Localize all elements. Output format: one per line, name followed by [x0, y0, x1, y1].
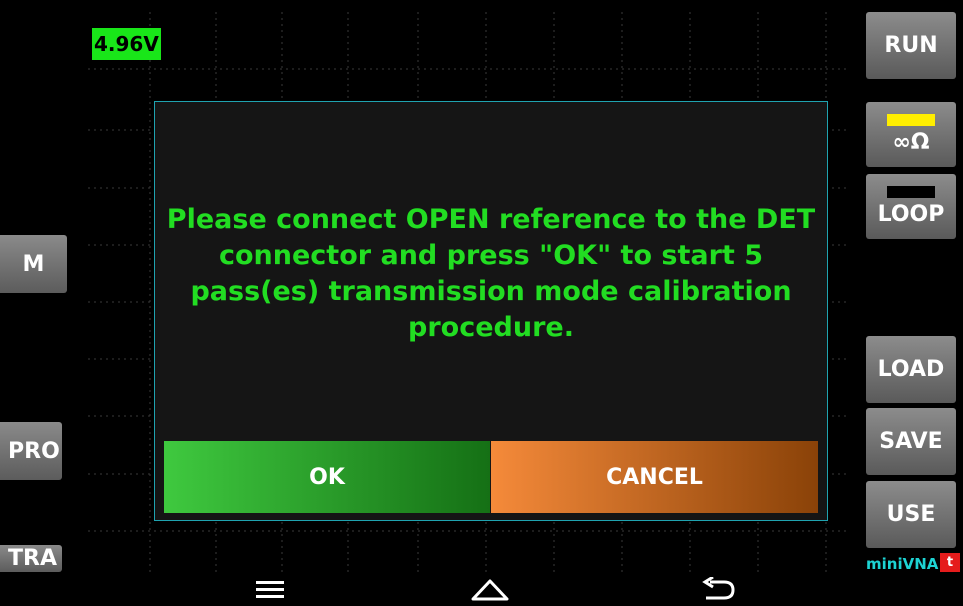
menu-icon [256, 581, 284, 598]
save-button[interactable]: SAVE [866, 408, 956, 475]
screen: 4.96V M PRO TRA RUN ∞Ω LOOP LOAD SAVE US… [0, 0, 963, 606]
home-icon [471, 579, 509, 601]
infinite-ohm-button[interactable]: ∞Ω [866, 102, 956, 167]
indicator-off [887, 186, 935, 198]
calibration-dialog: Please connect OPEN reference to the DET… [154, 101, 828, 521]
indicator-yellow [887, 114, 935, 126]
load-button[interactable]: LOAD [866, 336, 956, 403]
infinite-ohm-label: ∞Ω [892, 130, 930, 155]
dialog-message: Please connect OPEN reference to the DET… [166, 204, 816, 343]
back-button[interactable] [693, 572, 743, 606]
voltage-readout: 4.96V [92, 28, 161, 60]
home-button[interactable] [465, 572, 515, 606]
brand-label: miniVNA [866, 555, 939, 573]
cancel-button[interactable]: CANCEL [491, 441, 818, 513]
run-button[interactable]: RUN [866, 12, 956, 79]
pro-button[interactable]: PRO [0, 422, 62, 480]
use-button[interactable]: USE [866, 481, 956, 548]
navigation-bar [0, 572, 963, 606]
m-button[interactable]: M [0, 235, 67, 293]
tra-button[interactable]: TRA [0, 545, 62, 572]
loop-label: LOOP [877, 202, 945, 227]
brand-logo: t [940, 553, 960, 572]
menu-button[interactable] [245, 572, 295, 606]
loop-button[interactable]: LOOP [866, 174, 956, 239]
ok-button[interactable]: OK [164, 441, 490, 513]
back-icon [702, 577, 735, 600]
